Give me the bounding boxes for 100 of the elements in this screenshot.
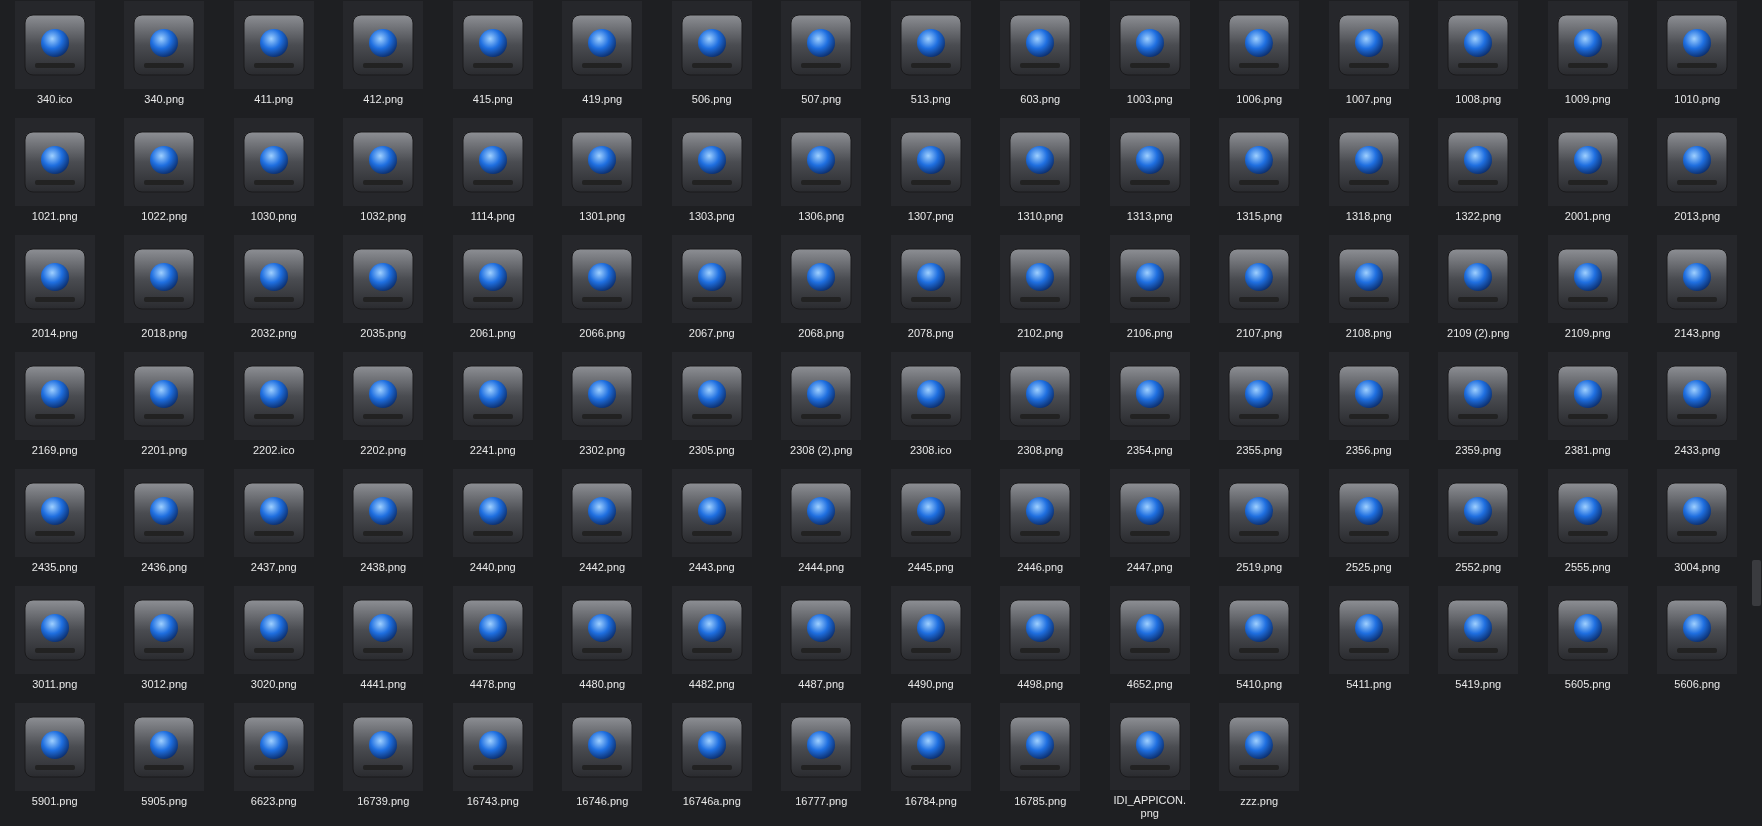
thumbnail-background[interactable]: [452, 352, 533, 440]
thumbnail-background[interactable]: [1547, 469, 1628, 557]
thumbnail-background[interactable]: [890, 118, 971, 206]
thumbnail-background[interactable]: [343, 352, 424, 440]
thumbnail-background[interactable]: [14, 352, 95, 440]
thumbnail-background[interactable]: [14, 118, 95, 206]
thumbnail-background[interactable]: [14, 1, 95, 89]
thumbnail-background[interactable]: [343, 703, 424, 791]
thumbnail-background[interactable]: [1219, 586, 1300, 674]
thumbnail-background[interactable]: [1657, 586, 1738, 674]
thumbnail-background[interactable]: [1109, 1, 1190, 89]
thumbnail-background[interactable]: [343, 1, 424, 89]
thumbnail-background[interactable]: [1000, 703, 1081, 791]
thumbnail-background[interactable]: [562, 118, 643, 206]
thumbnail-background[interactable]: [1657, 352, 1738, 440]
thumbnail-background[interactable]: [1328, 235, 1409, 323]
thumbnail-background[interactable]: [671, 1, 752, 89]
thumbnail-background[interactable]: [233, 118, 314, 206]
thumbnail-background[interactable]: [233, 703, 314, 791]
thumbnail-background[interactable]: [1109, 352, 1190, 440]
thumbnail-background[interactable]: [124, 118, 205, 206]
thumbnail-background[interactable]: [452, 703, 533, 791]
scrollbar[interactable]: [1752, 560, 1761, 606]
thumbnail-background[interactable]: [890, 469, 971, 557]
thumbnail-background[interactable]: [1547, 352, 1628, 440]
thumbnail-background[interactable]: [1657, 235, 1738, 323]
thumbnail-background[interactable]: [1219, 118, 1300, 206]
thumbnail-background[interactable]: [343, 469, 424, 557]
thumbnail-background[interactable]: [14, 235, 95, 323]
thumbnail-background[interactable]: [890, 352, 971, 440]
thumbnail-background[interactable]: [890, 1, 971, 89]
thumbnail-background[interactable]: [1438, 118, 1519, 206]
thumbnail-background[interactable]: [343, 586, 424, 674]
thumbnail-background[interactable]: [781, 469, 862, 557]
thumbnail-background[interactable]: [1219, 352, 1300, 440]
thumbnail-background[interactable]: [124, 235, 205, 323]
thumbnail-background[interactable]: [1000, 235, 1081, 323]
thumbnail-background[interactable]: [452, 1, 533, 89]
thumbnail-background[interactable]: [1657, 1, 1738, 89]
thumbnail-background[interactable]: [1109, 703, 1190, 790]
thumbnail-background[interactable]: [781, 586, 862, 674]
thumbnail-background[interactable]: [781, 118, 862, 206]
thumbnail-background[interactable]: [671, 703, 752, 791]
thumbnail-background[interactable]: [1000, 586, 1081, 674]
thumbnail-background[interactable]: [1328, 1, 1409, 89]
thumbnail-background[interactable]: [124, 586, 205, 674]
thumbnail-background[interactable]: [233, 586, 314, 674]
thumbnail-background[interactable]: [343, 235, 424, 323]
thumbnail-background[interactable]: [1657, 118, 1738, 206]
thumbnail-background[interactable]: [1547, 586, 1628, 674]
thumbnail-background[interactable]: [781, 1, 862, 89]
thumbnail-background[interactable]: [562, 703, 643, 791]
thumbnail-background[interactable]: [1547, 118, 1628, 206]
thumbnail-background[interactable]: [1328, 118, 1409, 206]
thumbnail-background[interactable]: [233, 235, 314, 323]
thumbnail-background[interactable]: [1328, 469, 1409, 557]
thumbnail-background[interactable]: [14, 586, 95, 674]
thumbnail-background[interactable]: [781, 352, 862, 440]
thumbnail-background[interactable]: [452, 469, 533, 557]
thumbnail-background[interactable]: [562, 1, 643, 89]
thumbnail-background[interactable]: [1000, 469, 1081, 557]
thumbnail-background[interactable]: [1438, 352, 1519, 440]
thumbnail-background[interactable]: [1657, 469, 1738, 557]
thumbnail-background[interactable]: [671, 586, 752, 674]
thumbnail-background[interactable]: [1219, 1, 1300, 89]
thumbnail-background[interactable]: [1000, 118, 1081, 206]
thumbnail-background[interactable]: [1109, 235, 1190, 323]
thumbnail-background[interactable]: [671, 235, 752, 323]
thumbnail-background[interactable]: [781, 703, 862, 791]
thumbnail-background[interactable]: [233, 1, 314, 89]
thumbnail-background[interactable]: [1109, 586, 1190, 674]
thumbnail-background[interactable]: [890, 703, 971, 791]
thumbnail-background[interactable]: [671, 118, 752, 206]
thumbnail-background[interactable]: [890, 586, 971, 674]
thumbnail-background[interactable]: [562, 469, 643, 557]
thumbnail-background[interactable]: [452, 118, 533, 206]
thumbnail-background[interactable]: [1109, 118, 1190, 206]
thumbnail-background[interactable]: [124, 469, 205, 557]
thumbnail-background[interactable]: [233, 469, 314, 557]
thumbnail-background[interactable]: [1438, 469, 1519, 557]
thumbnail-background[interactable]: [671, 352, 752, 440]
thumbnail-background[interactable]: [1219, 235, 1300, 323]
thumbnail-background[interactable]: [1328, 352, 1409, 440]
thumbnail-background[interactable]: [1438, 586, 1519, 674]
thumbnail-background[interactable]: [452, 235, 533, 323]
thumbnail-background[interactable]: [452, 586, 533, 674]
thumbnail-background[interactable]: [562, 352, 643, 440]
thumbnail-background[interactable]: [124, 703, 205, 791]
thumbnail-background[interactable]: [1547, 1, 1628, 89]
thumbnail-background[interactable]: [124, 352, 205, 440]
thumbnail-background[interactable]: [14, 703, 95, 791]
thumbnail-background[interactable]: [1438, 235, 1519, 323]
thumbnail-background[interactable]: [671, 469, 752, 557]
thumbnail-background[interactable]: [781, 235, 862, 323]
thumbnail-background[interactable]: [1109, 469, 1190, 557]
thumbnail-background[interactable]: [343, 118, 424, 206]
thumbnail-background[interactable]: [1219, 469, 1300, 557]
thumbnail-background[interactable]: [1328, 586, 1409, 674]
thumbnail-background[interactable]: [1000, 1, 1081, 89]
thumbnail-background[interactable]: [233, 352, 314, 440]
